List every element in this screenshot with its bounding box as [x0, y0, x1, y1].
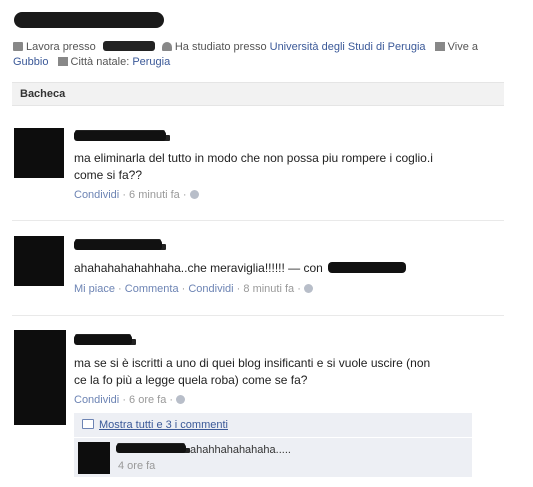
meta-separator: · — [182, 189, 187, 201]
briefcase-icon — [13, 42, 23, 51]
profile-info: Lavora presso Ha studiato presso Univers… — [13, 40, 523, 70]
post-3-text: ma se si è iscritti a uno di quei blog i… — [74, 356, 431, 387]
post-3-share-link[interactable]: Condividi — [74, 394, 119, 406]
redacted-employer — [102, 41, 155, 51]
post-1-redacted-author[interactable] — [74, 131, 166, 141]
show-all-comments-link[interactable]: Mostra tutti e 3 i commenti — [82, 419, 228, 431]
wall-title: Bacheca — [20, 88, 66, 100]
post-2-text: ahahahahahahhaha..che meraviglia!!!!!! —… — [74, 260, 504, 277]
meta-separator: · — [122, 189, 126, 201]
post-1-text: ma eliminarla del tutto in modo che non … — [74, 151, 433, 182]
redacted-profile-name — [14, 12, 164, 28]
hometown-city-link[interactable]: Perugia — [132, 56, 170, 68]
lives-label: Vive a — [447, 41, 478, 53]
meta-separator: · — [122, 394, 126, 406]
university-link[interactable]: Università degli Studi di Perugia — [270, 41, 426, 53]
comments-box: Mostra tutti e 3 i commenti ahahhahahaha… — [74, 413, 472, 477]
hometown-label: Città natale: — [70, 56, 130, 68]
post-3-redacted-author[interactable] — [74, 335, 132, 345]
post-divider — [12, 315, 504, 316]
meta-separator: · — [118, 283, 122, 295]
comment-bubble-icon — [82, 419, 94, 429]
post-2-time[interactable]: 8 minuti fa — [243, 283, 294, 295]
globe-icon — [303, 284, 313, 293]
post-2-redacted-tag[interactable] — [328, 262, 407, 273]
comment-divider — [74, 437, 472, 438]
home-icon — [57, 57, 68, 66]
post-2-meta: Mi piace · Commenta · Condividi · 8 minu… — [74, 283, 313, 295]
graduation-cap-icon — [161, 42, 172, 51]
post-divider — [12, 220, 504, 221]
meta-separator: · — [169, 394, 174, 406]
meta-separator: · — [297, 283, 301, 295]
meta-separator: · — [181, 283, 186, 295]
post-3-avatar[interactable] — [14, 330, 66, 425]
comment-avatar[interactable] — [78, 442, 110, 474]
studied-label: Ha studiato presso — [174, 41, 267, 53]
comment-text: ahahhahahahaha..... — [190, 444, 291, 456]
globe-icon — [189, 190, 199, 199]
post-1-time[interactable]: 6 minuti fa — [129, 189, 180, 201]
post-1-avatar[interactable] — [14, 128, 64, 178]
post-2-share-link[interactable]: Condividi — [188, 283, 233, 295]
post-3-meta: Condividi · 6 ore fa · — [74, 394, 186, 406]
comment-redacted-author[interactable] — [116, 444, 186, 453]
post-1-meta: Condividi · 6 minuti fa · — [74, 189, 199, 201]
comment-time[interactable]: 4 ore fa — [118, 460, 155, 472]
post-1-share-link[interactable]: Condividi — [74, 189, 119, 201]
lives-city-link[interactable]: Gubbio — [13, 56, 48, 68]
post-2-comment-link[interactable]: Commenta — [125, 283, 179, 295]
post-2-like-link[interactable]: Mi piace — [74, 283, 115, 295]
work-label: Lavora presso — [26, 41, 96, 53]
wall-header: Bacheca — [12, 82, 504, 106]
post-3-time[interactable]: 6 ore fa — [129, 394, 166, 406]
post-2-redacted-author[interactable] — [74, 240, 162, 250]
house-icon — [434, 42, 445, 51]
meta-separator: · — [236, 283, 241, 295]
globe-icon — [176, 395, 186, 404]
post-2-avatar[interactable] — [14, 236, 64, 286]
